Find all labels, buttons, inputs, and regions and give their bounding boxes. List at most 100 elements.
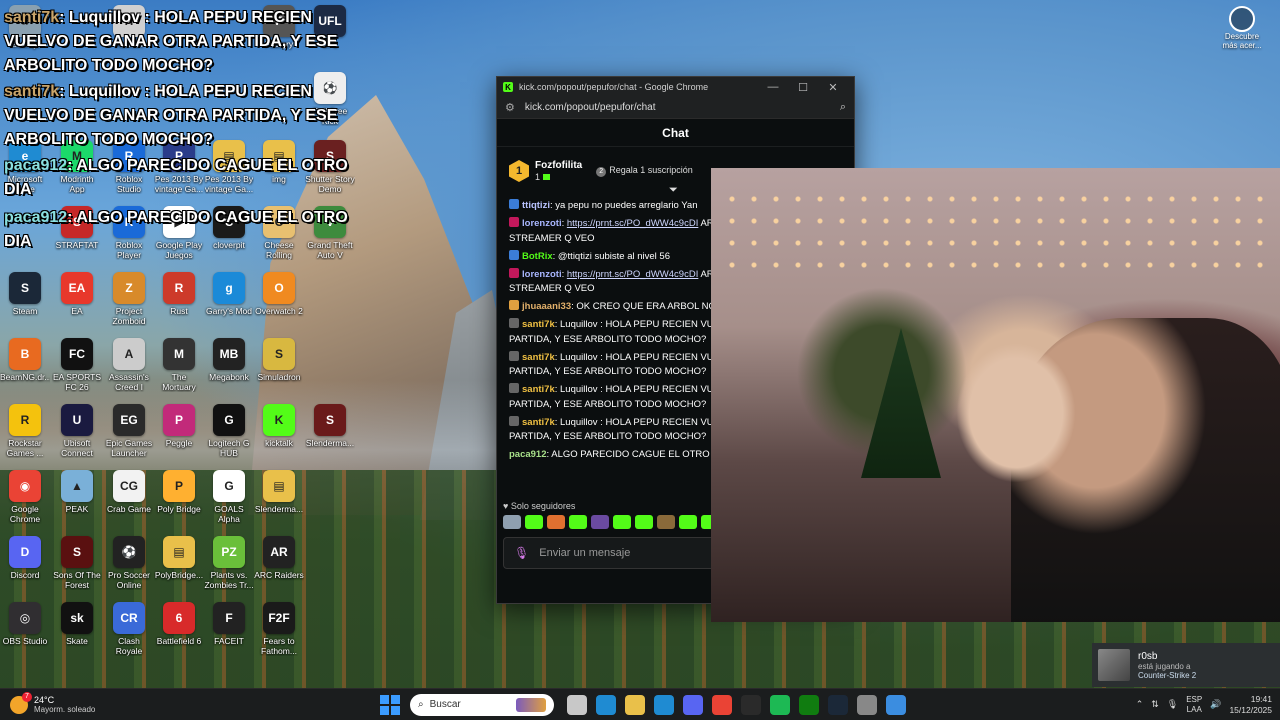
taskbar-app-icon[interactable] xyxy=(653,694,674,715)
chat-username[interactable]: lorenzoti xyxy=(522,218,562,229)
close-button[interactable]: ✕ xyxy=(818,81,848,94)
address-bar[interactable]: ⚙ kick.com/popout/pepufor/chat ⌕ xyxy=(497,97,854,119)
user-badge-icon xyxy=(509,217,519,227)
emote-icon[interactable] xyxy=(547,515,565,529)
desktop-icon[interactable]: ⚽ Pro Soccer Online xyxy=(104,536,154,590)
desktop-icon[interactable]: S Steam xyxy=(0,272,50,326)
taskbar-search[interactable]: ⌕ Buscar xyxy=(410,693,554,716)
overlay-username: santi7k xyxy=(4,83,60,100)
desktop-icon[interactable]: U Ubisoft Connect xyxy=(52,404,102,458)
chat-username[interactable]: ttiqtizi xyxy=(522,200,550,211)
taskbar-app-icon[interactable] xyxy=(885,694,906,715)
taskbar-app-icon[interactable] xyxy=(827,694,848,715)
volume-icon[interactable]: 🔊 xyxy=(1210,699,1221,710)
desktop-icon[interactable]: P Peggle xyxy=(154,404,204,458)
chat-username[interactable]: jhuaaani33 xyxy=(522,301,571,312)
desktop-icon[interactable]: P Poly Bridge xyxy=(154,470,204,524)
taskbar-app-icon[interactable] xyxy=(740,694,761,715)
desktop-icon[interactable]: Z Project Zomboid xyxy=(104,272,154,326)
url-text[interactable]: kick.com/popout/pepufor/chat xyxy=(525,102,840,113)
chat-username[interactable]: paca912 xyxy=(509,449,547,460)
desktop-icon[interactable]: CR Clash Royale xyxy=(104,602,154,656)
site-settings-icon[interactable]: ⚙ xyxy=(505,101,515,114)
emote-icon[interactable] xyxy=(591,515,609,529)
desktop-icon[interactable]: Kkicktalk xyxy=(254,404,304,458)
desktop-icon[interactable]: ▲ PEAK xyxy=(52,470,102,524)
desktop-icon-label: Slenderma... xyxy=(254,504,304,514)
collapse-icon[interactable]: ⏷ xyxy=(669,184,678,197)
chevron-up-icon[interactable]: ⌃ xyxy=(1136,699,1144,710)
desktop-icon[interactable]: A Assassin's Creed I xyxy=(104,338,154,392)
minimize-button[interactable]: — xyxy=(758,81,788,93)
taskbar-app-icon[interactable] xyxy=(682,694,703,715)
desktop-icon[interactable]: CG Crab Game xyxy=(104,470,154,524)
desktop-icon[interactable]: ▤ Slenderma... xyxy=(254,470,304,524)
stream-video[interactable] xyxy=(711,168,1280,622)
emote-icon[interactable] xyxy=(679,515,697,529)
desktop-icon[interactable]: B BeamNG.dr... xyxy=(0,338,50,392)
desktop-icon[interactable]: sk Skate xyxy=(52,602,102,656)
chat-username[interactable]: lorenzoti xyxy=(522,269,562,280)
desktop-icon[interactable]: MB Megabonk xyxy=(204,338,254,392)
desktop-icon[interactable]: F2F Fears to Fathom... xyxy=(254,602,304,656)
desktop-icon[interactable]: R Rust xyxy=(154,272,204,326)
desktop-icon[interactable]: F FACEIT xyxy=(204,602,254,656)
gift-icon: 2 xyxy=(596,167,607,177)
chat-link[interactable]: https://prnt.sc/PO_dWW4c9cDI xyxy=(567,269,698,280)
desktop-icon[interactable]: S Sons Of The Forest xyxy=(52,536,102,590)
desktop-icon[interactable]: G Logitech G HUB xyxy=(204,404,254,458)
chat-username[interactable]: santi7k xyxy=(522,384,555,395)
desktop-icon[interactable]: O Overwatch 2 xyxy=(254,272,304,326)
desktop-icon[interactable]: AR ARC Raiders xyxy=(254,536,304,590)
clock[interactable]: 19:41 15/12/2025 xyxy=(1229,694,1272,716)
emote-icon[interactable] xyxy=(613,515,631,529)
emote-icon[interactable] xyxy=(569,515,587,529)
discover-more-icon[interactable]: Descubre más acer... xyxy=(1218,6,1266,50)
desktop-icon[interactable]: S Slenderma... xyxy=(305,404,355,458)
mic-tray-icon[interactable]: 🎙 xyxy=(1167,699,1178,710)
desktop-icon[interactable]: EG Epic Games Launcher xyxy=(104,404,154,458)
search-placeholder[interactable]: Buscar xyxy=(430,699,510,710)
chat-username[interactable]: BotRix xyxy=(522,251,553,262)
taskbar-app-icon[interactable] xyxy=(856,694,877,715)
desktop-icon[interactable]: 6 Battlefield 6 xyxy=(154,602,204,656)
top-gifter-name[interactable]: Fozfofilita xyxy=(535,160,582,172)
steam-notification[interactable]: r0sb está jugando a Counter-Strike 2 xyxy=(1092,643,1280,687)
start-button[interactable] xyxy=(380,694,400,715)
maximize-button[interactable]: ☐ xyxy=(788,81,818,94)
network-icon[interactable]: ⇅ xyxy=(1151,699,1159,710)
taskbar-app-icon[interactable] xyxy=(624,694,645,715)
taskbar-app-icon[interactable] xyxy=(595,694,616,715)
taskbar-app-icon[interactable] xyxy=(566,694,587,715)
app-icon: U xyxy=(61,404,93,436)
desktop-icon[interactable]: g Garry's Mod xyxy=(204,272,254,326)
desktop-icon[interactable]: ◎ OBS Studio xyxy=(0,602,50,656)
language-indicator[interactable]: ESP LAA xyxy=(1186,695,1202,715)
emote-icon[interactable] xyxy=(635,515,653,529)
gift-sub-button[interactable]: 2 Regala 1 suscripción xyxy=(596,165,693,177)
emote-icon[interactable] xyxy=(503,515,521,529)
taskbar-app-icon[interactable] xyxy=(798,694,819,715)
desktop-icon[interactable]: FC EA SPORTS FC 26 xyxy=(52,338,102,392)
desktop-icon[interactable]: D Discord xyxy=(0,536,50,590)
desktop-icon[interactable]: S Simuladron xyxy=(254,338,304,392)
chat-link[interactable]: https://prnt.sc/PO_dWW4c9cDI xyxy=(567,218,698,229)
desktop-icon[interactable]: G GOALS Alpha xyxy=(204,470,254,524)
emote-icon[interactable] xyxy=(657,515,675,529)
desktop-icon[interactable]: EA EA xyxy=(52,272,102,326)
taskbar-app-icon[interactable] xyxy=(711,694,732,715)
chat-username[interactable]: santi7k xyxy=(522,319,555,330)
zoom-icon[interactable]: ⌕ xyxy=(840,101,846,114)
desktop-icon[interactable]: R Rockstar Games ... xyxy=(0,404,50,458)
desktop-icon[interactable]: MThe Mortuary Assistant xyxy=(154,338,204,392)
chat-username[interactable]: santi7k xyxy=(522,417,555,428)
taskbar-app-icon[interactable] xyxy=(769,694,790,715)
desktop-icon[interactable]: ◉ Google Chrome xyxy=(0,470,50,524)
weather-widget[interactable]: 7 24°C Mayorm. soleado xyxy=(0,691,360,714)
desktop-icon[interactable]: ▤ PolyBridge... xyxy=(154,536,204,590)
desktop-icon[interactable]: PZ Plants vs. Zombies Tr... xyxy=(204,536,254,590)
chat-username[interactable]: santi7k xyxy=(522,352,555,363)
chrome-titlebar[interactable]: K kick.com/popout/pepufor/chat - Google … xyxy=(497,77,854,97)
mic-icon[interactable]: 🎙 xyxy=(514,546,529,560)
emote-icon[interactable] xyxy=(525,515,543,529)
